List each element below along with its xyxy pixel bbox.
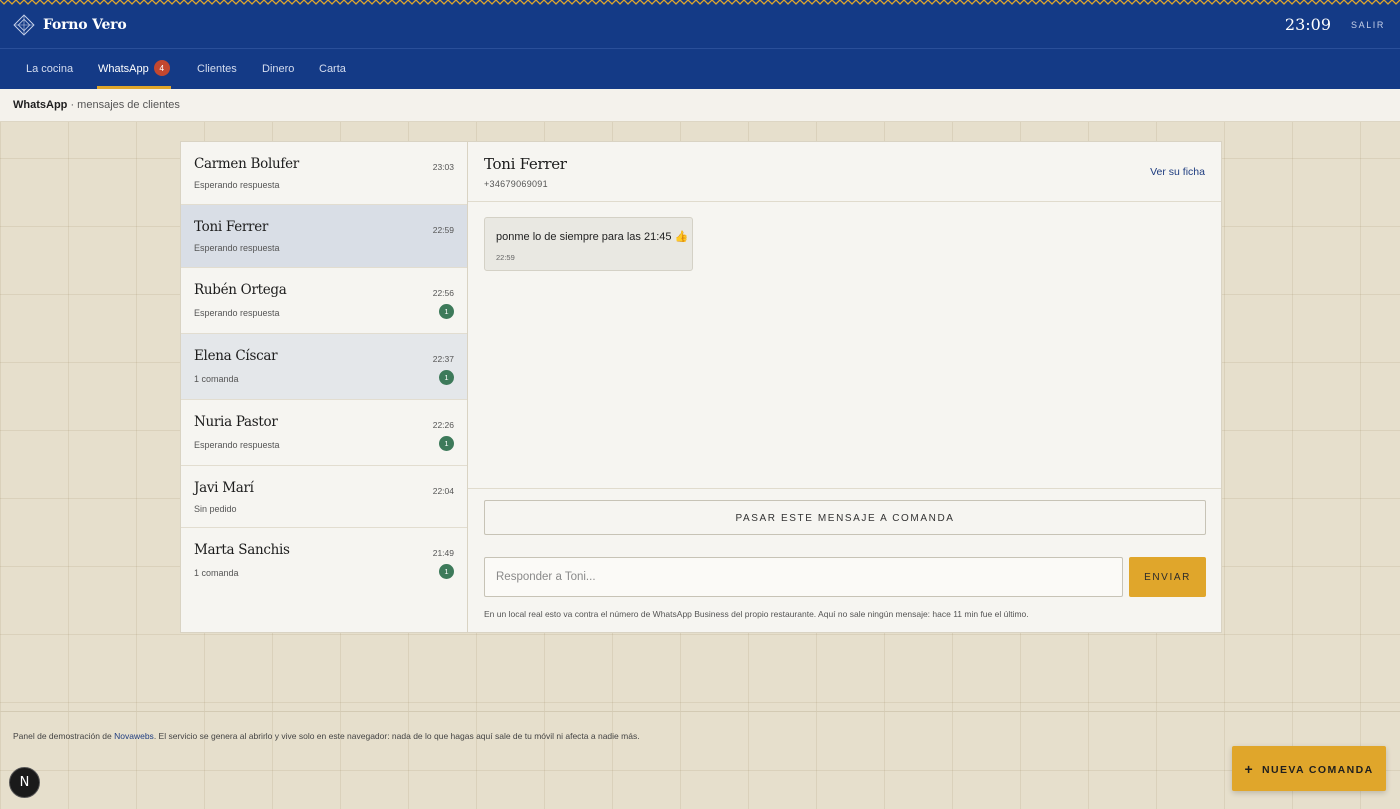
conversation-list: Carmen Bolufer Esperando respuesta 23:03… xyxy=(181,142,468,632)
novawebs-link[interactable]: Novawebs xyxy=(114,731,154,741)
nav-tab-dinero[interactable]: Dinero xyxy=(262,49,294,89)
nav-tab-whatsapp[interactable]: WhatsApp 4 xyxy=(97,49,171,89)
disclaimer-suffix: . El servicio se genera al abrirlo y viv… xyxy=(153,731,640,741)
unread-badge: 4 xyxy=(153,60,170,76)
clock: 23:09 xyxy=(1284,15,1331,34)
order-count-badge: 1 xyxy=(439,436,454,451)
conversation-name: Carmen Bolufer xyxy=(194,156,299,172)
conversation-name: Rubén Ortega xyxy=(194,282,287,298)
breadcrumb-subtitle: · mensajes de clientes xyxy=(70,99,180,111)
view-profile-link[interactable]: Ver su ficha xyxy=(1150,166,1205,178)
footer-disclaimer: Panel de demostración de Novawebs. El se… xyxy=(13,731,640,741)
convert-to-order-button[interactable]: PASAR ESTE MENSAJE A COMANDA xyxy=(484,500,1206,535)
new-order-label: NUEVA COMANDA xyxy=(1262,763,1374,776)
conversation-status: Esperando respuesta xyxy=(194,180,280,190)
nav-tab-label: La cocina xyxy=(26,63,74,75)
main-nav: La cocina WhatsApp 4 Clientes Dinero Cart… xyxy=(0,49,1400,89)
message-time: 22:59 xyxy=(496,253,515,262)
conversation-time: 21:49 xyxy=(432,548,454,558)
conversation-item[interactable]: Nuria Pastor Esperando respuesta 22:26 1 xyxy=(181,400,467,466)
whatsapp-panel: Carmen Bolufer Esperando respuesta 23:03… xyxy=(180,141,1222,633)
conversation-item[interactable]: Javi Marí Sin pedido 22:04 xyxy=(181,466,467,528)
order-count-badge: 1 xyxy=(439,564,454,579)
conversation-name: Elena Císcar xyxy=(194,348,278,364)
conversation-status: Sin pedido xyxy=(194,504,237,514)
n-logo-button[interactable]: N xyxy=(9,767,40,798)
conversation-time: 23:03 xyxy=(432,162,454,172)
conversation-item[interactable]: Elena Císcar 1 comanda 22:37 1 xyxy=(181,334,467,400)
message-bubble: ponme lo de siempre para las 21:45 👍 22:… xyxy=(484,217,693,271)
conversation-item[interactable]: Toni Ferrer Esperando respuesta 22:59 xyxy=(181,205,467,268)
conversation-name: Toni Ferrer xyxy=(194,219,269,235)
new-order-button[interactable]: + NUEVA COMANDA xyxy=(1232,746,1386,791)
nav-tab-carta[interactable]: Carta xyxy=(319,49,346,89)
nav-tab-label: Carta xyxy=(319,63,346,75)
send-button[interactable]: ENVIAR xyxy=(1129,557,1206,597)
order-count-badge: 1 xyxy=(439,304,454,319)
conversation-time: 22:26 xyxy=(432,420,454,430)
brand[interactable]: Forno Vero xyxy=(13,14,127,36)
conversation-status: Esperando respuesta xyxy=(194,308,280,318)
nav-tab-label: Dinero xyxy=(262,63,295,75)
chat-composer: PASAR ESTE MENSAJE A COMANDA ENVIAR En u… xyxy=(468,488,1221,632)
nav-tab-label: Clientes xyxy=(197,63,237,75)
nav-tab-clientes[interactable]: Clientes xyxy=(197,49,237,89)
conversation-status: Esperando respuesta xyxy=(194,243,280,253)
brand-name: Forno Vero xyxy=(43,17,127,33)
conversation-status: 1 comanda xyxy=(194,374,239,384)
conversation-time: 22:37 xyxy=(432,354,454,364)
app-header: Forno Vero 23:09 SALIR xyxy=(0,0,1400,49)
conversation-name: Marta Sanchis xyxy=(194,542,290,558)
footer-divider xyxy=(0,711,1400,712)
conversation-item[interactable]: Carmen Bolufer Esperando respuesta 23:03 xyxy=(181,142,467,205)
conversation-name: Javi Marí xyxy=(194,480,254,496)
conversation-item[interactable]: Marta Sanchis 1 comanda 21:49 1 xyxy=(181,528,467,594)
message-text: ponme lo de siempre para las 21:45 👍 xyxy=(496,231,689,243)
conversation-time: 22:56 xyxy=(432,288,454,298)
conversation-time: 22:04 xyxy=(432,486,454,496)
reply-input[interactable] xyxy=(484,557,1123,597)
conversation-time: 22:59 xyxy=(432,225,454,235)
nav-tab-la-cocina[interactable]: La cocina xyxy=(26,49,73,89)
decorative-zigzag-border xyxy=(0,0,1400,5)
logout-button[interactable]: SALIR xyxy=(1351,20,1385,30)
conversation-status: 1 comanda xyxy=(194,568,239,578)
conversation-name: Nuria Pastor xyxy=(194,414,278,430)
disclaimer-prefix: Panel de demostración de xyxy=(13,731,115,741)
nav-tab-label: WhatsApp xyxy=(98,63,149,75)
conversation-status: Esperando respuesta xyxy=(194,440,280,450)
chat-contact-name: Toni Ferrer xyxy=(484,155,567,173)
chat-contact-phone: +34679069091 xyxy=(484,179,548,189)
order-count-badge: 1 xyxy=(439,370,454,385)
breadcrumb-section: WhatsApp xyxy=(13,99,68,111)
demo-note: En un local real esto va contra el númer… xyxy=(484,609,1029,619)
plus-icon: + xyxy=(1244,760,1255,777)
brand-logo-icon xyxy=(13,14,35,36)
chat-view: Toni Ferrer +34679069091 Ver su ficha po… xyxy=(468,142,1221,632)
conversation-item[interactable]: Rubén Ortega Esperando respuesta 22:56 1 xyxy=(181,268,467,334)
chat-header: Toni Ferrer +34679069091 Ver su ficha xyxy=(468,142,1221,202)
breadcrumb: WhatsApp · mensajes de clientes xyxy=(0,89,1400,122)
